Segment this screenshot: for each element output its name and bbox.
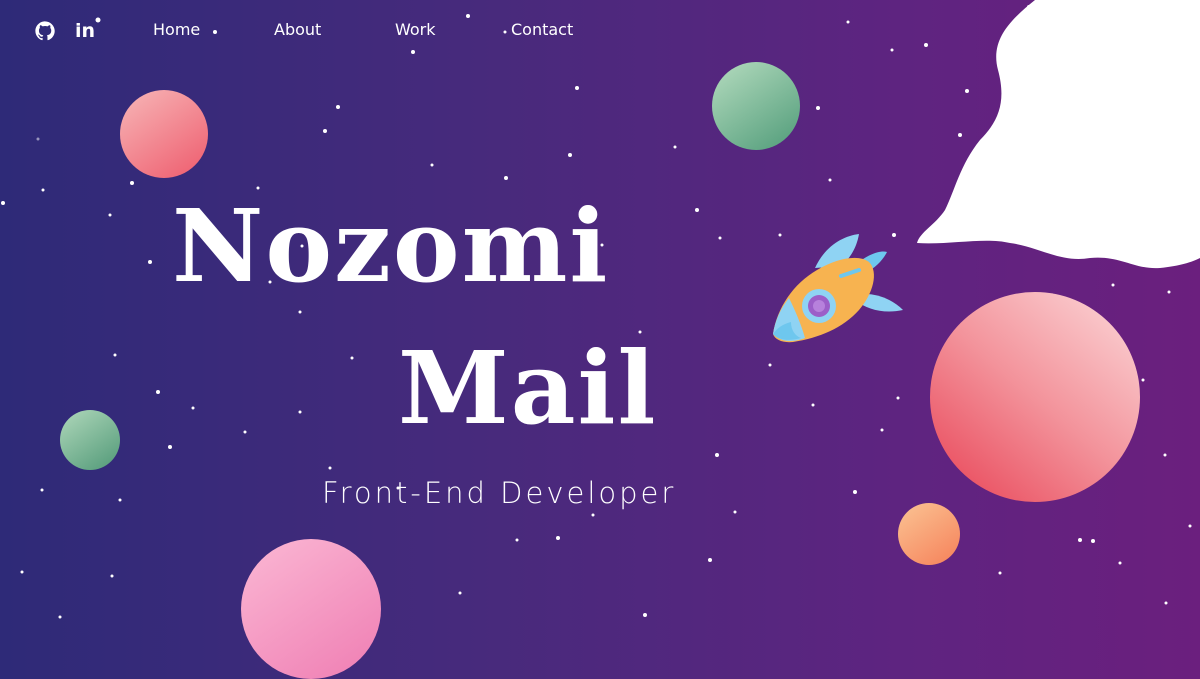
nav-work[interactable]: Work [395, 20, 436, 39]
nav-contact[interactable]: Contact [511, 20, 573, 39]
linkedin-icon[interactable]: in [74, 20, 96, 42]
rocket-icon [773, 234, 903, 343]
green-planet-left [60, 410, 120, 470]
hero-name-line2: Mail [398, 329, 658, 447]
green-planet-top [712, 62, 800, 150]
hero-role: Front-End Developer [322, 476, 677, 510]
pink-planet-small [120, 90, 208, 178]
nav-about[interactable]: About [274, 20, 321, 39]
orange-planet [898, 503, 960, 565]
pink-planet-large [930, 292, 1140, 502]
github-glyph [35, 21, 55, 41]
pink-planet-bottom [241, 539, 381, 679]
github-icon[interactable] [34, 20, 56, 42]
nav-home[interactable]: Home [153, 20, 200, 39]
hero-name-line1: Nozomi [172, 187, 610, 305]
linkedin-label: in [74, 20, 96, 42]
